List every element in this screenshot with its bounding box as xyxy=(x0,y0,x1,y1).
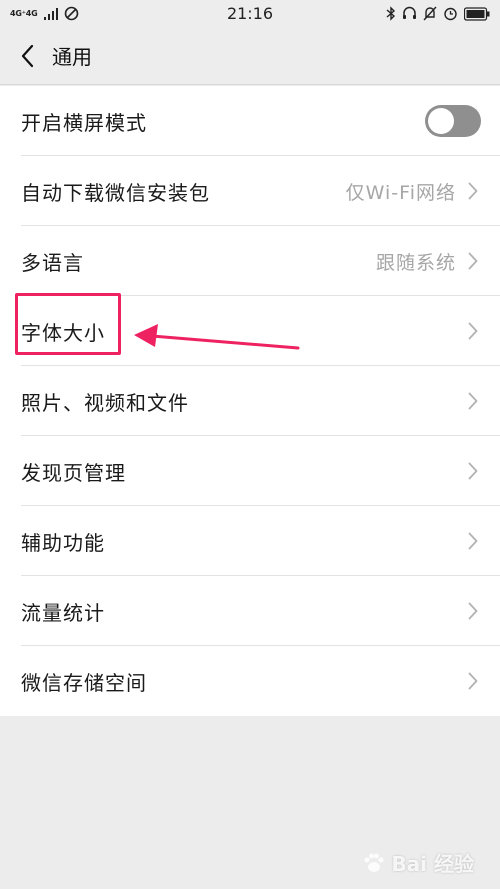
chevron-right-icon xyxy=(468,182,478,200)
status-right xyxy=(386,6,490,21)
setting-label: 照片、视频和文件 xyxy=(21,390,189,415)
setting-value: 仅Wi-Fi网络 xyxy=(345,181,456,204)
setting-right: 跟随系统 xyxy=(376,248,478,275)
setting-label: 发现页管理 xyxy=(21,460,126,485)
no-sim-icon xyxy=(64,6,78,21)
status-bar: 4G⁺4G 21:16 xyxy=(0,0,500,27)
setting-right: 仅Wi-Fi网络 xyxy=(346,178,478,205)
bluetooth-icon xyxy=(386,6,396,21)
back-button[interactable] xyxy=(2,27,52,85)
setting-storage[interactable]: 微信存储空间 xyxy=(0,646,500,716)
setting-label: 开启横屏模式 xyxy=(21,110,147,135)
chevron-right-icon xyxy=(468,392,478,410)
setting-accessibility[interactable]: 辅助功能 xyxy=(0,506,500,576)
paw-logo-icon xyxy=(364,853,384,872)
chevron-right-icon xyxy=(468,252,478,270)
chevron-right-icon xyxy=(468,462,478,480)
chevron-right-icon xyxy=(468,322,478,340)
watermark: Bai 经验 xyxy=(361,848,474,877)
setting-language[interactable]: 多语言 跟随系统 xyxy=(0,226,500,296)
setting-right xyxy=(468,322,478,340)
setting-value: 跟随系统 xyxy=(375,251,456,274)
setting-label: 字体大小 xyxy=(21,320,105,345)
setting-label: 辅助功能 xyxy=(21,530,105,555)
back-arrow-icon xyxy=(21,44,34,67)
setting-right xyxy=(468,532,478,550)
bell-off-icon xyxy=(423,6,437,21)
battery-icon xyxy=(464,6,490,21)
setting-data-usage[interactable]: 流量统计 xyxy=(0,576,500,646)
setting-font-size[interactable]: 字体大小 xyxy=(0,296,500,366)
setting-label: 自动下载微信安装包 xyxy=(21,180,210,205)
network-indicator: 4G⁺4G xyxy=(10,8,38,18)
setting-label: 多语言 xyxy=(21,250,84,275)
setting-label: 微信存储空间 xyxy=(21,670,147,695)
watermark-text: Bai 经验 xyxy=(391,852,474,876)
setting-right xyxy=(468,672,478,690)
setting-right xyxy=(468,392,478,410)
setting-media-files[interactable]: 照片、视频和文件 xyxy=(0,366,500,436)
title-bar: 通用 xyxy=(0,27,500,85)
setting-auto-download[interactable]: 自动下载微信安装包 仅Wi-Fi网络 xyxy=(0,156,500,226)
headset-icon xyxy=(403,6,416,19)
setting-discover-management[interactable]: 发现页管理 xyxy=(0,436,500,506)
toggle-knob xyxy=(428,108,454,134)
landscape-toggle[interactable] xyxy=(425,105,481,137)
chevron-right-icon xyxy=(468,532,478,550)
signal-icon xyxy=(43,7,58,20)
status-left: 4G⁺4G xyxy=(10,6,79,21)
setting-right xyxy=(468,602,478,620)
chevron-right-icon xyxy=(468,672,478,690)
page-title: 通用 xyxy=(52,45,92,69)
setting-landscape-mode[interactable]: 开启横屏模式 xyxy=(0,86,500,156)
setting-right xyxy=(468,462,478,480)
chevron-right-icon xyxy=(468,602,478,620)
alarm-icon xyxy=(444,7,457,21)
settings-list: 开启横屏模式 自动下载微信安装包 仅Wi-Fi网络 多语言 跟随系统 字体大小 … xyxy=(0,86,500,716)
setting-label: 流量统计 xyxy=(21,600,105,625)
